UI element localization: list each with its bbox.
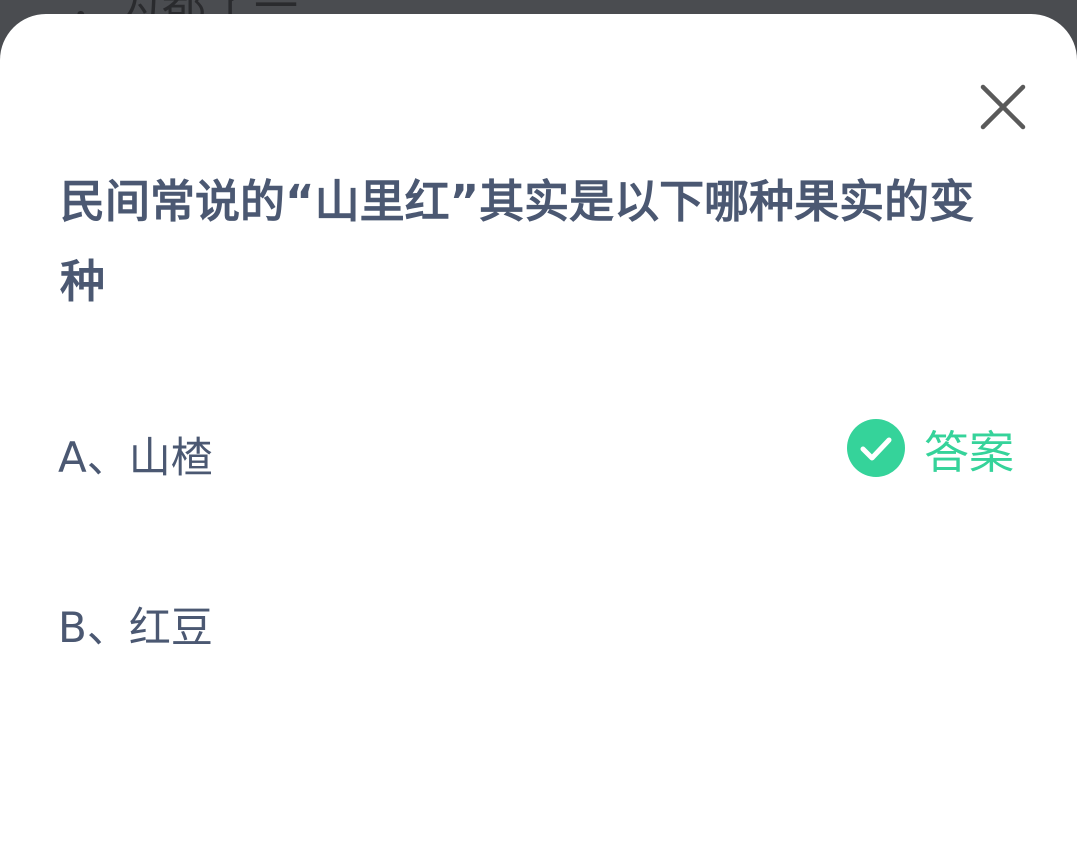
option-a-label: A、山楂 xyxy=(58,433,213,482)
question-text: 民间常说的“山里红”其实是以下哪种果实的变种 xyxy=(60,175,975,308)
correct-answer-badge: 答案 xyxy=(846,418,1015,479)
close-icon xyxy=(980,84,1026,130)
answer-label: 答案 xyxy=(924,425,1015,479)
check-circle-icon xyxy=(847,419,905,477)
close-button[interactable] xyxy=(974,78,1032,136)
option-b[interactable]: B、红豆 xyxy=(0,568,1077,668)
option-b-label: B、红豆 xyxy=(58,603,213,652)
quiz-bottom-sheet: 民间常说的“山里红”其实是以下哪种果实的变种 A、山楂 答案 B、红豆 xyxy=(0,14,1077,859)
option-a[interactable]: A、山楂 答案 xyxy=(0,398,1077,498)
